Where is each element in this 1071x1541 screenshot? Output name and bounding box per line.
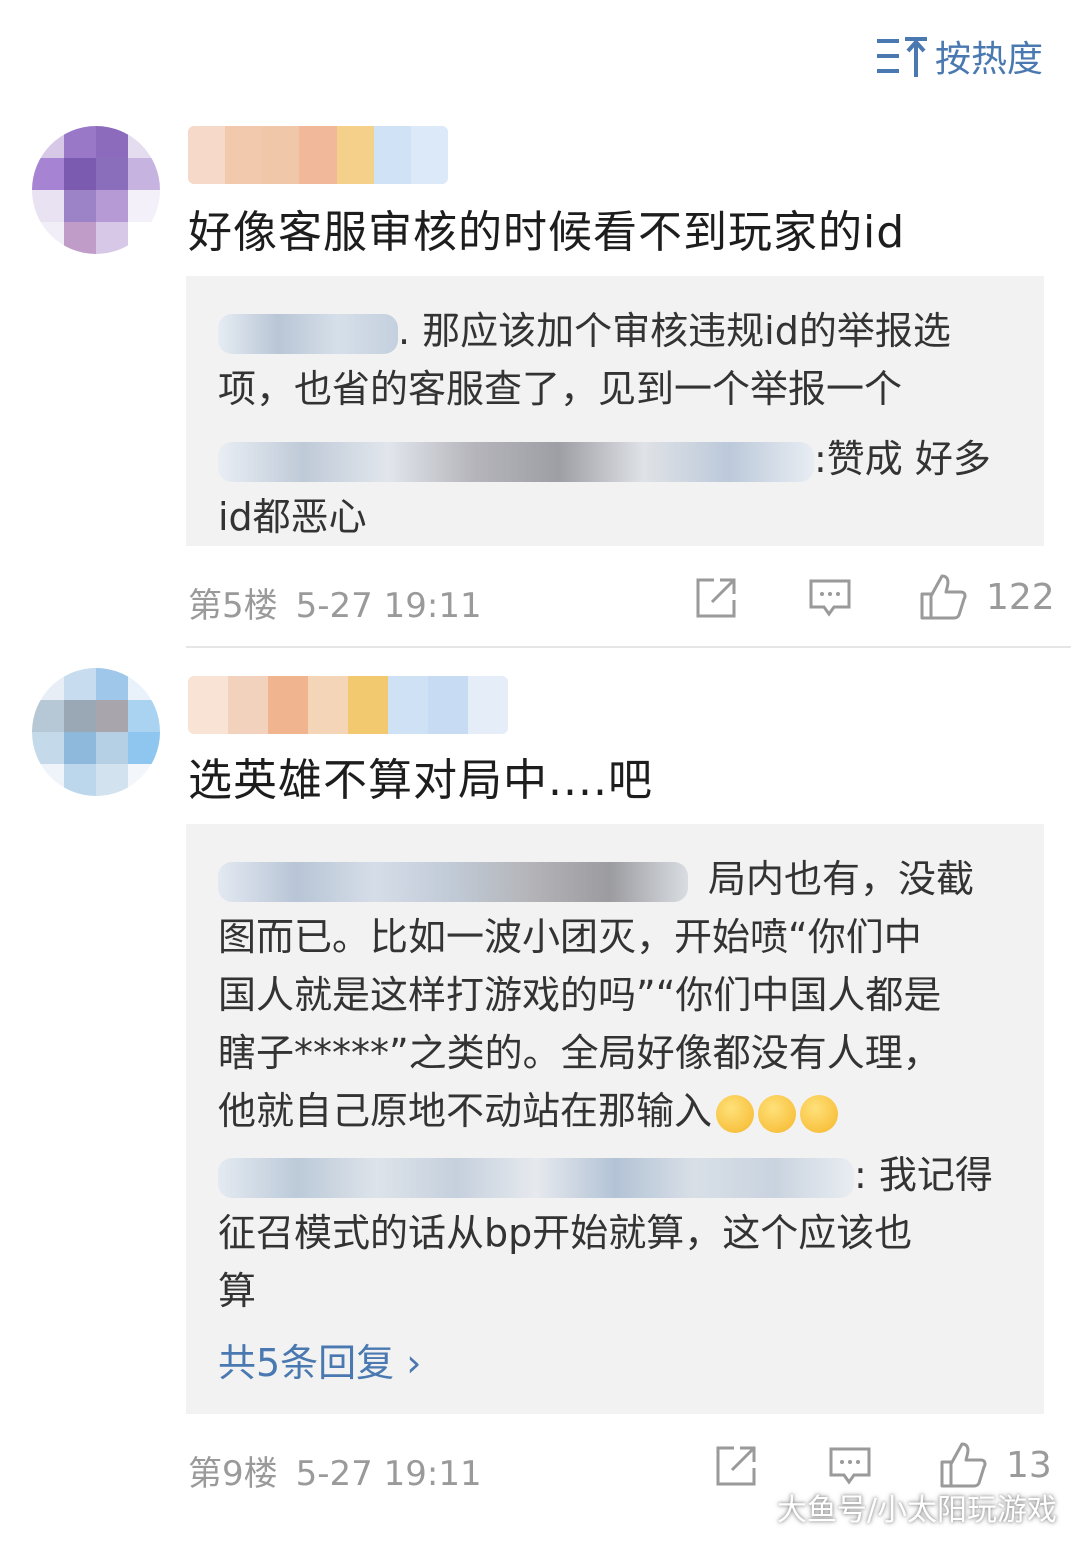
like-button[interactable]: 13: [938, 1440, 1052, 1490]
thumbs-up-icon: [920, 574, 967, 620]
reply-box[interactable]: . 那应该加个审核违规id的举报选 项，也省的客服查了，见到一个举报一个 :赞成…: [186, 276, 1044, 546]
reply-item: . 那应该加个审核违规id的举报选 项，也省的客服查了，见到一个举报一个: [218, 302, 951, 418]
comment-text: 选英雄不算对局中....吧: [188, 755, 653, 806]
floor-number: 第5楼: [188, 586, 278, 626]
watermark: 大鱼号/小太阳玩游戏: [776, 1493, 1057, 1528]
reply-text-line: : 我记得: [854, 1153, 993, 1197]
share-icon: [696, 578, 736, 618]
reply-text-line: 国人就是这样打游戏的吗”“你们中国人都是: [218, 973, 942, 1017]
view-all-replies-link[interactable]: 共5条回复 ›: [218, 1332, 421, 1387]
reply-button[interactable]: [808, 576, 852, 620]
floor-number: 第9楼: [188, 1454, 278, 1494]
reply-item: : 我记得 征召模式的话从bp开始就算，这个应该也 算: [218, 1146, 993, 1320]
reply-username-blurred[interactable]: [218, 313, 398, 354]
like-button[interactable]: 122: [918, 572, 1055, 622]
reply-text-line: 项，也省的客服查了，见到一个举报一个: [218, 367, 903, 411]
reply-text-line: 局内也有，没截: [708, 857, 975, 901]
comment-text: 好像客服审核的时候看不到玩家的id: [188, 207, 906, 258]
reply-text-line: . 那应该加个审核违规id的举报选: [398, 309, 951, 353]
avatar[interactable]: [32, 126, 160, 254]
reply-text-line: 图而已。比如一波小团灭，开始喷“你们中: [218, 915, 922, 959]
avatar[interactable]: [32, 668, 160, 796]
reply-item: 局内也有，没截 图而已。比如一波小团灭，开始喷“你们中 国人就是这样打游戏的吗”…: [218, 850, 974, 1140]
thinking-emoji-icon: [758, 1094, 797, 1133]
comment-icon: [809, 579, 851, 617]
reply-item: :赞成 好多 id都恶心: [218, 430, 991, 546]
thinking-emoji-icon: [716, 1094, 755, 1133]
sort-by-hot-button[interactable]: 按热度: [875, 30, 1043, 82]
reply-button[interactable]: [828, 1444, 872, 1488]
sort-icon: [876, 37, 927, 77]
comment-meta: 第5楼 5-27 19:11: [188, 578, 482, 627]
comment-meta: 第9楼 5-27 19:11: [188, 1446, 482, 1495]
share-icon: [716, 1446, 756, 1486]
username-blurred[interactable]: [188, 126, 448, 184]
reply-text-line: 瞎子*****”之类的。全局好像都没有人理，: [218, 1031, 941, 1075]
reply-text-line: 他就自己原地不动站在那输入: [218, 1089, 713, 1133]
share-button[interactable]: [694, 576, 738, 620]
timestamp: 5-27 19:11: [295, 586, 482, 626]
reply-username-blurred[interactable]: [218, 1157, 854, 1198]
thumbs-up-icon: [940, 1442, 987, 1488]
like-count: 13: [1006, 1444, 1052, 1486]
reply-username-blurred[interactable]: [218, 441, 814, 482]
username-blurred[interactable]: [188, 676, 508, 734]
timestamp: 5-27 19:11: [295, 1454, 482, 1494]
reply-text-line: id都恶心: [218, 495, 367, 539]
reply-box[interactable]: 局内也有，没截 图而已。比如一波小团灭，开始喷“你们中 国人就是这样打游戏的吗”…: [186, 824, 1044, 1414]
comment-icon: [829, 1447, 871, 1485]
reply-username-blurred[interactable]: [218, 861, 688, 902]
reply-text-line: 算: [218, 1269, 257, 1313]
reply-text-line: :赞成 好多: [814, 437, 991, 481]
thinking-emoji-icon: [800, 1094, 839, 1133]
comment-divider: [186, 646, 1071, 648]
like-count: 122: [986, 576, 1055, 618]
share-button[interactable]: [714, 1444, 758, 1488]
reply-text-line: 征召模式的话从bp开始就算，这个应该也: [218, 1211, 913, 1255]
sort-label: 按热度: [934, 39, 1043, 80]
